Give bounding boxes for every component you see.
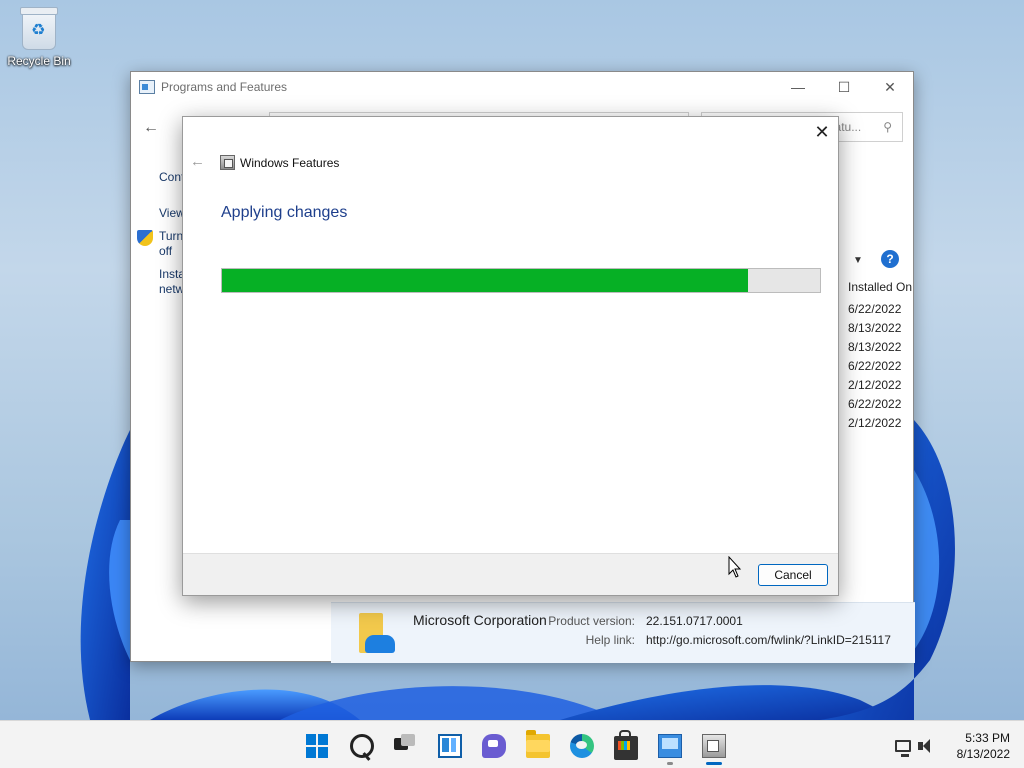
table-row[interactable]: 6/22/2022	[848, 398, 901, 417]
clock-date: 8/13/2022	[956, 747, 1010, 761]
chat-icon	[482, 734, 506, 758]
widgets-icon	[438, 734, 462, 758]
help-icon[interactable]: ?	[881, 250, 899, 268]
left-link-control-panel-home[interactable]: Cont	[159, 170, 184, 185]
pf-window-title: Programs and Features	[161, 80, 288, 94]
cancel-button[interactable]: Cancel	[758, 564, 828, 586]
product-version-value: 22.151.0717.0001	[646, 614, 743, 628]
progress-bar	[221, 268, 821, 293]
table-row[interactable]: 6/22/2022	[848, 303, 901, 322]
minimize-button[interactable]: —	[775, 72, 821, 102]
control-panel-icon	[658, 734, 682, 758]
mouse-cursor-icon	[728, 556, 742, 578]
system-tray: 5:33 PM 8/13/2022	[894, 729, 1010, 763]
progress-bar-fill	[222, 269, 749, 292]
windows-features-dialog: ✕ ← Windows Features Applying changes Ca…	[182, 116, 839, 596]
list-toolbar: ▼ ?	[831, 250, 915, 274]
details-publisher: Microsoft Corporation	[413, 612, 547, 628]
task-view-icon	[394, 734, 418, 758]
help-link-value[interactable]: http://go.microsoft.com/fwlink/?LinkID=2…	[646, 633, 891, 647]
help-link-label: Help link:	[585, 633, 635, 647]
back-arrow-icon[interactable]: ←	[143, 119, 159, 137]
volume-icon[interactable]	[917, 737, 939, 755]
active-indicator	[706, 762, 722, 765]
details-pane: Microsoft Corporation Product version: 2…	[331, 602, 915, 663]
chat-button[interactable]	[472, 729, 516, 763]
taskbar: 5:33 PM 8/13/2022	[0, 720, 1024, 768]
control-panel-taskbar-button[interactable]	[648, 729, 692, 765]
uac-shield-icon	[137, 230, 153, 246]
search-taskbar-button[interactable]	[340, 729, 384, 763]
store-icon	[614, 730, 638, 760]
windows-features-icon	[702, 734, 726, 758]
running-indicator	[667, 762, 673, 765]
start-button[interactable]	[296, 729, 340, 763]
left-link-turn-features[interactable]: Turn off	[159, 229, 183, 259]
clock-time: 5:33 PM	[965, 731, 1010, 745]
windows-features-taskbar-button[interactable]	[692, 729, 736, 765]
table-row[interactable]: 8/13/2022	[848, 322, 901, 341]
network-icon[interactable]	[894, 740, 911, 757]
recycle-bin-shortcut[interactable]: ♻ Recycle Bin	[6, 7, 72, 68]
widgets-button[interactable]	[428, 729, 472, 763]
edge-icon	[570, 734, 594, 758]
task-view-button[interactable]	[384, 729, 428, 763]
onedrive-folder-icon	[357, 613, 395, 655]
search-icon: ⚲	[883, 120, 892, 134]
dialog-back-arrow-icon: ←	[190, 153, 205, 170]
recycle-bin-icon: ♻	[20, 7, 58, 50]
pf-title-bar[interactable]: Programs and Features — ☐ ✕	[131, 72, 913, 102]
recycle-bin-label: Recycle Bin	[7, 54, 71, 68]
maximize-button[interactable]: ☐	[821, 72, 867, 102]
file-explorer-button[interactable]	[516, 729, 560, 763]
dialog-title: Windows Features	[240, 156, 340, 170]
clock[interactable]: 5:33 PM 8/13/2022	[957, 730, 1010, 762]
start-icon	[306, 734, 330, 758]
table-row[interactable]: 2/12/2022	[848, 417, 901, 436]
control-panel-icon	[139, 80, 155, 94]
installed-on-column: 6/22/2022 8/13/2022 8/13/2022 6/22/2022 …	[848, 303, 901, 436]
product-version-label: Product version:	[548, 614, 635, 628]
table-row[interactable]: 6/22/2022	[848, 360, 901, 379]
search-icon	[350, 734, 374, 758]
windows-features-icon	[220, 155, 235, 170]
view-dropdown-chevron-icon[interactable]: ▼	[853, 255, 863, 266]
edge-button[interactable]	[560, 729, 604, 763]
column-header-installed-on[interactable]: Installed On	[848, 280, 912, 294]
close-button[interactable]: ✕	[867, 72, 913, 102]
status-heading: Applying changes	[221, 204, 348, 221]
dialog-close-icon[interactable]: ✕	[812, 121, 832, 143]
table-row[interactable]: 8/13/2022	[848, 341, 901, 360]
table-row[interactable]: 2/12/2022	[848, 379, 901, 398]
left-link-view-installed-updates[interactable]: View	[159, 206, 185, 221]
file-explorer-icon	[526, 730, 550, 758]
store-button[interactable]	[604, 729, 648, 763]
